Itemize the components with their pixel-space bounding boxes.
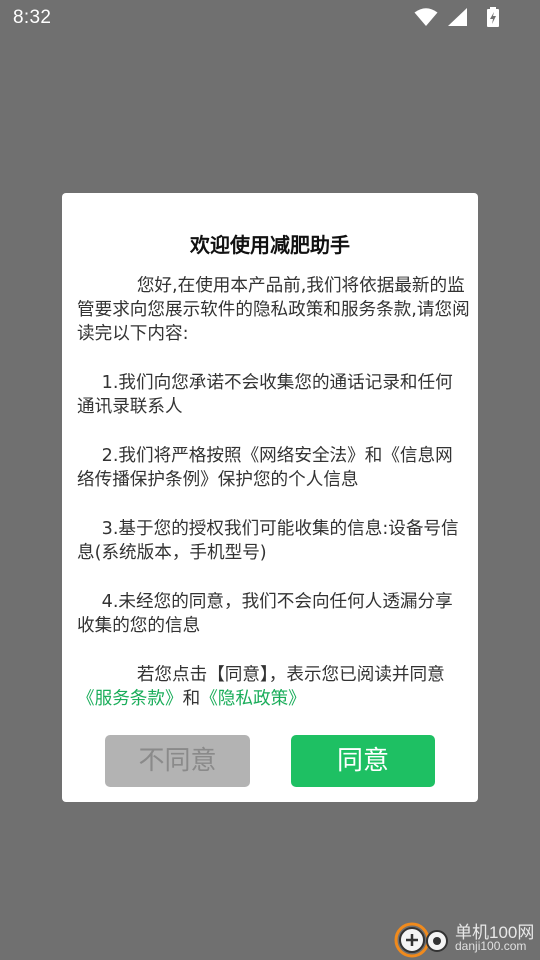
signal-icon: [448, 8, 467, 26]
policy-item-1: 1.我们向您承诺不会收集您的通话记录和任何通讯录联系人: [77, 373, 453, 417]
status-bar: 8:32: [0, 0, 540, 36]
consent-prefix: 若您点击【同意】，表示您已阅读并同意: [136, 665, 445, 685]
watermark-logo-icon: [394, 922, 448, 958]
policy-item-4: 4.未经您的同意，我们不会向任何人透漏分享收集的您的信息: [77, 592, 453, 636]
dialog-body: 您好,在使用本产品前,我们将依据最新的监管要求向您展示软件的隐私政策和服务条款,…: [77, 274, 470, 711]
wifi-icon: [414, 8, 438, 26]
consent-text: 若您点击【同意】，表示您已阅读并同意《服务条款》和《隐私政策》: [77, 663, 470, 711]
watermark-domain: danji100.com: [455, 939, 527, 953]
policy-item-2: 2.我们将严格按照《网络安全法》和《信息网络传播保护条例》保护您的个人信息: [77, 446, 453, 490]
status-time: 8:32: [13, 7, 52, 28]
battery-charging-icon: [487, 7, 499, 27]
dialog-title: 欢迎使用减肥助手: [190, 233, 350, 257]
disagree-button[interactable]: 不同意: [105, 735, 250, 787]
watermark: 单机100网 danji100.com: [392, 916, 540, 960]
intro-text: 您好,在使用本产品前,我们将依据最新的监管要求向您展示软件的隐私政策和服务条款,…: [77, 276, 470, 344]
privacy-dialog: 欢迎使用减肥助手 您好,在使用本产品前,我们将依据最新的监管要求向您展示软件的隐…: [62, 193, 478, 802]
privacy-link[interactable]: 《隐私政策》: [200, 689, 306, 709]
consent-and: 和: [182, 689, 201, 709]
terms-link[interactable]: 《服务条款》: [77, 689, 183, 709]
agree-button[interactable]: 同意: [291, 735, 435, 787]
policy-item-3: 3.基于您的授权我们可能收集的信息:设备号信息(系统版本，手机型号): [77, 519, 459, 563]
